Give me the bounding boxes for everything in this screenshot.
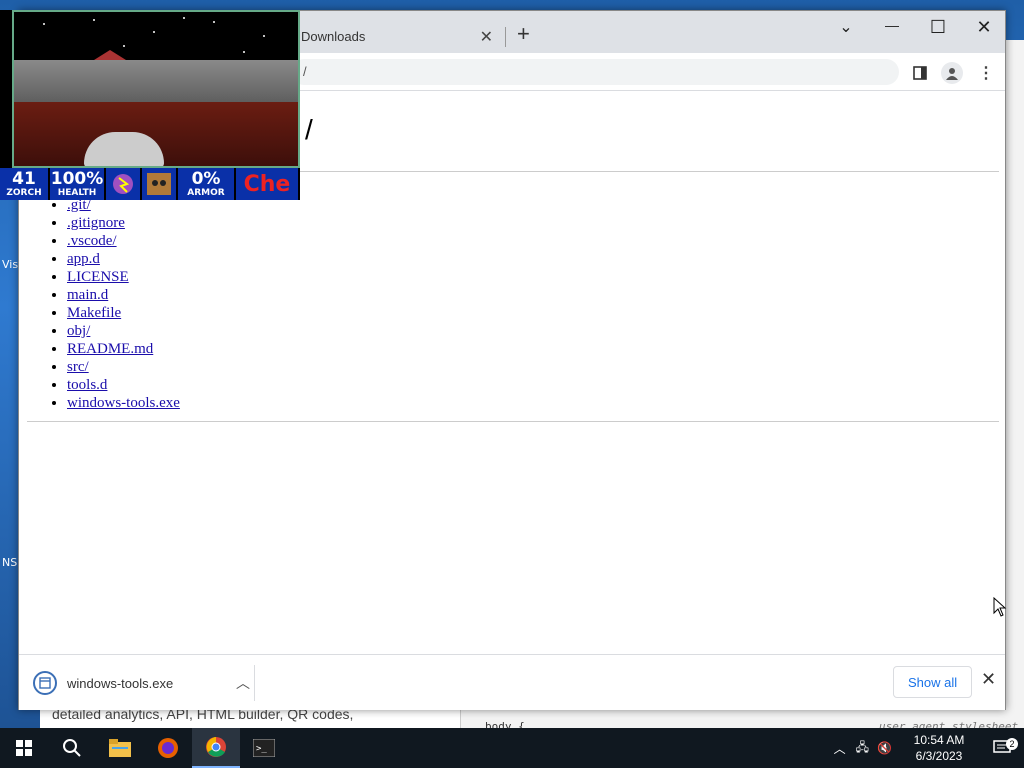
firefox-icon[interactable] bbox=[144, 728, 192, 768]
tab-separator bbox=[505, 27, 506, 47]
show-all-button[interactable]: Show all bbox=[893, 666, 973, 698]
game-window[interactable]: 41 ZORCH 100% HEALTH 0% ARMOR Che bbox=[0, 10, 300, 200]
menu-kebab-icon[interactable]: ⋮ bbox=[975, 62, 997, 84]
tab-downloads[interactable]: Downloads ✕ bbox=[291, 19, 501, 53]
system-tray: ︿ 🖧 🔇 10:54 AM 6/3/2023 2 bbox=[834, 728, 1024, 768]
file-link[interactable]: windows-tools.exe bbox=[67, 395, 180, 411]
file-link[interactable]: LICENSE bbox=[67, 269, 129, 285]
list-item: obj/ bbox=[67, 322, 180, 340]
hud-face-icon bbox=[142, 168, 178, 200]
list-item: .gitignore bbox=[67, 214, 180, 232]
game-sky bbox=[14, 12, 298, 64]
chrome-icon[interactable] bbox=[192, 728, 240, 768]
file-listing: .git/ .gitignore .vscode/ app.d LICENSE … bbox=[67, 196, 180, 412]
file-explorer-icon[interactable] bbox=[96, 728, 144, 768]
volume-muted-icon[interactable]: 🔇 bbox=[877, 741, 892, 755]
chevron-up-icon[interactable]: ︿ bbox=[236, 673, 250, 693]
hud-zorch: 41 ZORCH bbox=[0, 168, 50, 200]
list-item: LICENSE bbox=[67, 268, 180, 286]
list-item: windows-tools.exe bbox=[67, 394, 180, 412]
minimize-button[interactable]: — bbox=[877, 17, 907, 33]
new-tab-button[interactable]: + bbox=[517, 23, 530, 45]
svg-text:>_: >_ bbox=[256, 744, 267, 754]
terminal-icon[interactable]: >_ bbox=[240, 728, 288, 768]
hud-health: 100% HEALTH bbox=[50, 168, 106, 200]
tray-chevron-up-icon[interactable]: ︿ bbox=[834, 740, 846, 757]
list-item: main.d bbox=[67, 286, 180, 304]
file-link[interactable]: tools.d bbox=[67, 377, 107, 393]
network-icon[interactable]: 🖧 bbox=[856, 738, 869, 759]
hud-chex-logo: Che bbox=[236, 168, 300, 200]
file-link[interactable]: .gitignore bbox=[67, 215, 125, 231]
file-link[interactable]: .vscode/ bbox=[67, 233, 117, 249]
notification-count-badge: 2 bbox=[1006, 738, 1018, 750]
profile-avatar-icon[interactable] bbox=[941, 62, 963, 84]
clock[interactable]: 10:54 AM 6/3/2023 bbox=[898, 732, 980, 764]
game-hud: 41 ZORCH 100% HEALTH 0% ARMOR Che bbox=[0, 168, 300, 200]
list-item: .vscode/ bbox=[67, 232, 180, 250]
file-link[interactable]: src/ bbox=[67, 359, 89, 375]
tab-search-icon[interactable]: ⌄ bbox=[831, 17, 861, 37]
list-item: app.d bbox=[67, 250, 180, 268]
file-link[interactable]: main.d bbox=[67, 287, 108, 303]
file-link[interactable]: app.d bbox=[67, 251, 100, 267]
hud-weapon-icon bbox=[106, 168, 142, 200]
side-panel-icon[interactable] bbox=[909, 62, 931, 84]
address-bar[interactable]: / bbox=[291, 59, 899, 85]
downloads-bar: windows-tools.exe ︿ Show all ✕ bbox=[19, 654, 1005, 710]
close-downloads-bar-icon[interactable]: ✕ bbox=[981, 669, 996, 690]
game-viewport[interactable] bbox=[12, 10, 300, 168]
desktop-icon-label[interactable]: NS bbox=[2, 556, 17, 569]
download-file-name: windows-tools.exe bbox=[67, 675, 174, 691]
list-item: Makefile bbox=[67, 304, 180, 322]
game-wall bbox=[14, 60, 298, 102]
list-item: src/ bbox=[67, 358, 180, 376]
clock-time: 10:54 AM bbox=[913, 733, 965, 747]
maximize-button[interactable]: ☐ bbox=[923, 17, 953, 38]
hud-armor: 0% ARMOR bbox=[178, 168, 236, 200]
search-icon[interactable] bbox=[48, 728, 96, 768]
list-item: README.md bbox=[67, 340, 180, 358]
exe-file-icon bbox=[33, 671, 57, 695]
list-item: tools.d bbox=[67, 376, 180, 394]
file-link[interactable]: obj/ bbox=[67, 323, 90, 339]
clock-date: 6/3/2023 bbox=[915, 749, 963, 763]
tab-title: Downloads bbox=[301, 28, 366, 44]
divider-bottom bbox=[27, 421, 999, 422]
taskbar: >_ ︿ 🖧 🔇 10:54 AM 6/3/2023 2 bbox=[0, 728, 1024, 768]
tab-close-icon[interactable]: ✕ bbox=[480, 27, 493, 47]
close-window-button[interactable]: ✕ bbox=[969, 17, 999, 38]
start-button[interactable] bbox=[0, 728, 48, 768]
file-link[interactable]: README.md bbox=[67, 341, 153, 357]
file-link[interactable]: Makefile bbox=[67, 305, 121, 321]
page-title: / bbox=[305, 114, 313, 145]
desktop-icon-label[interactable]: Vis bbox=[2, 258, 18, 271]
download-item[interactable]: windows-tools.exe ︿ bbox=[33, 665, 255, 701]
notification-center-icon[interactable]: 2 bbox=[980, 738, 1024, 756]
